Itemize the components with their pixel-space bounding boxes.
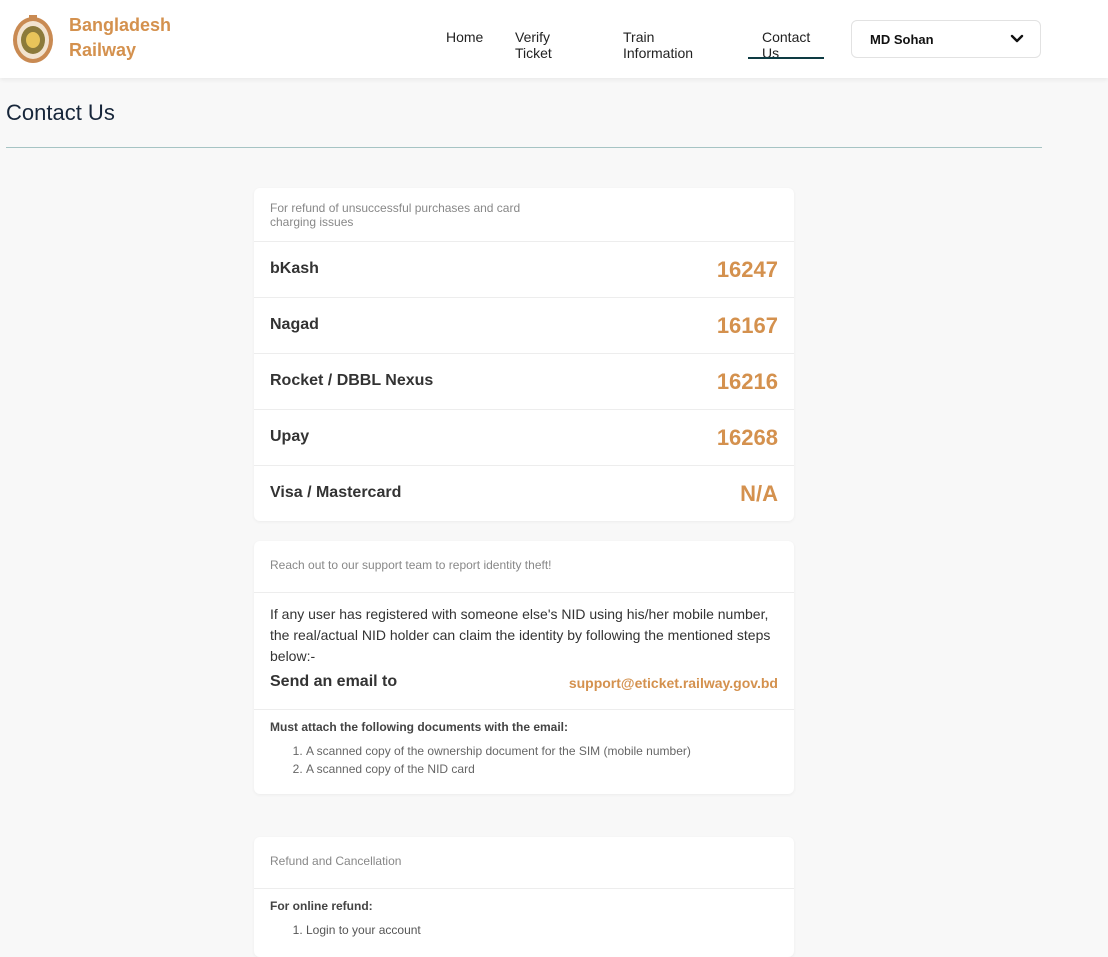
identity-card-heading: Reach out to our support team to report … <box>254 541 794 593</box>
provider-label: bKash <box>270 260 319 277</box>
brand-line-2: Railway <box>69 40 137 60</box>
refund-cancellation-card: Refund and Cancellation For online refun… <box>254 837 794 957</box>
provider-label: Upay <box>270 428 310 445</box>
email-row: Send an email to support@eticket.railway… <box>254 667 794 710</box>
email-label: Send an email to <box>270 673 398 690</box>
refund-card-heading: For refund of unsuccessful purchases and… <box>254 188 794 242</box>
nav-home[interactable]: Home <box>446 29 483 45</box>
provider-number[interactable]: 16268 <box>717 425 778 451</box>
support-email-link[interactable]: support@eticket.railway.gov.bd <box>569 675 778 691</box>
cancellation-card-heading: Refund and Cancellation <box>254 837 794 889</box>
refund-contact-card: For refund of unsuccessful purchases and… <box>254 188 794 521</box>
provider-number: N/A <box>740 481 778 506</box>
contact-row: Upay 16268 <box>254 410 794 466</box>
user-menu-dropdown[interactable]: MD Sohan <box>851 20 1041 58</box>
contact-row: Nagad 16167 <box>254 298 794 354</box>
provider-number[interactable]: 16247 <box>717 257 778 283</box>
nav-train-information[interactable]: Train Information <box>623 29 693 61</box>
documents-list: A scanned copy of the ownership document… <box>270 742 778 778</box>
user-name: MD Sohan <box>870 32 934 47</box>
chevron-down-icon <box>1010 34 1024 43</box>
documents-title: Must attach the following documents with… <box>270 720 569 734</box>
provider-number[interactable]: 16167 <box>717 313 778 339</box>
contact-row: Visa / Mastercard N/A <box>254 466 794 521</box>
contact-row: Rocket / DBBL Nexus 16216 <box>254 354 794 410</box>
top-header: Bangladesh Railway Home Verify Ticket Tr… <box>0 0 1108 78</box>
nav-verify-ticket[interactable]: Verify Ticket <box>515 29 552 61</box>
identity-paragraph: If any user has registered with someone … <box>270 606 771 664</box>
online-refund-section: For online refund: Login to your account <box>254 889 794 949</box>
contact-row: bKash 16247 <box>254 242 794 298</box>
refund-steps-list: Login to your account <box>270 921 778 939</box>
required-documents: Must attach the following documents with… <box>254 710 794 794</box>
brand-line-1: Bangladesh <box>69 15 172 35</box>
bangladesh-railway-logo[interactable] <box>12 13 54 65</box>
identity-theft-card: Reach out to our support team to report … <box>254 541 794 794</box>
list-item: Login to your account <box>306 921 778 939</box>
brand-name: Bangladesh Railway <box>69 13 171 63</box>
nav-contact-us[interactable]: Contact Us <box>747 29 825 61</box>
provider-label: Rocket / DBBL Nexus <box>270 372 434 389</box>
list-item: A scanned copy of the ownership document… <box>306 742 778 760</box>
page-title: Contact Us <box>6 100 115 125</box>
refund-rows: bKash 16247 Nagad 16167 Rocket / DBBL Ne… <box>254 242 794 521</box>
provider-number[interactable]: 16216 <box>717 369 778 395</box>
online-refund-title: For online refund: <box>270 899 373 913</box>
provider-label: Nagad <box>270 316 319 333</box>
list-item: A scanned copy of the NID card <box>306 760 778 778</box>
title-divider <box>6 147 1042 148</box>
provider-label: Visa / Mastercard <box>270 484 402 501</box>
